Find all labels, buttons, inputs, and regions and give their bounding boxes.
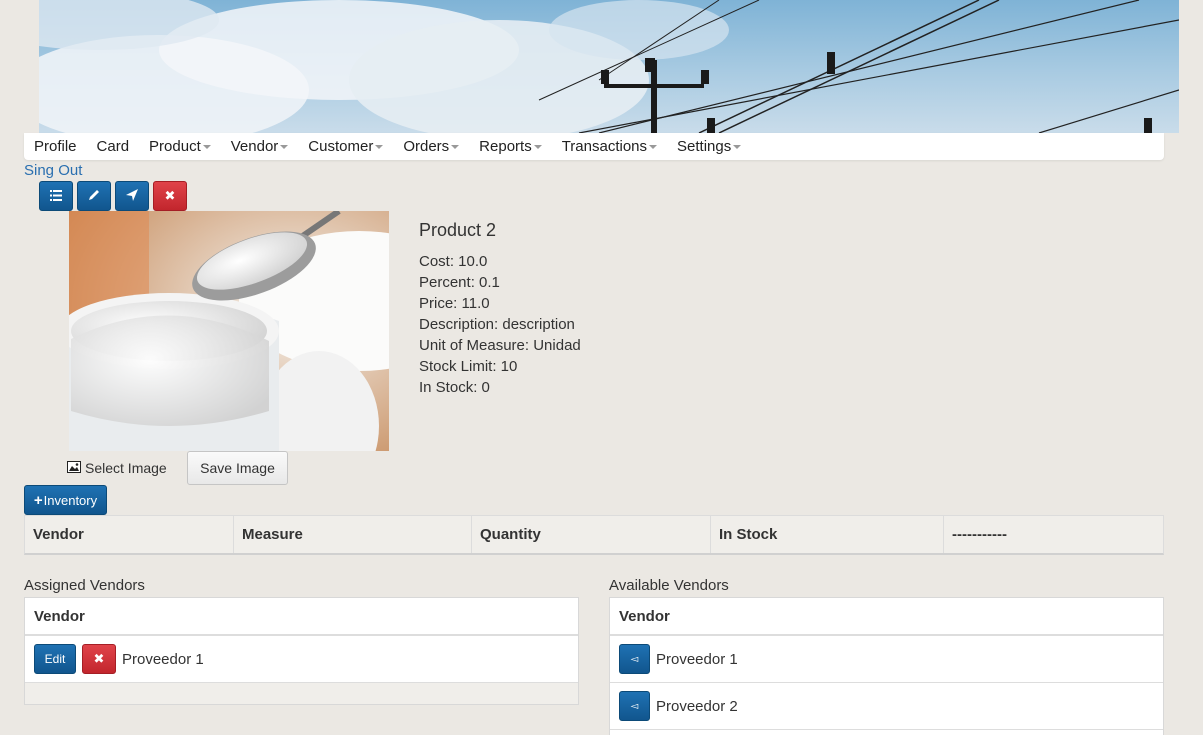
banner-sky-image [39,0,1179,133]
vendor-name: Proveedor 2 [656,697,738,715]
caret-down-icon [451,145,460,150]
nav-item-card[interactable]: Card [87,138,140,155]
product-price: Price: 11.0 [419,295,490,312]
product-stock-limit: Stock Limit: 10 [419,358,518,375]
delete-product-button[interactable]: ✖ [153,181,187,211]
nav-item-profile[interactable]: Profile [24,138,87,155]
nav-item-label: Transactions [561,138,648,155]
nav-item-vendor[interactable]: Vendor [221,138,299,155]
nav-item-label: Product [149,138,201,155]
table-row: Edit ✖ Proveedor 1 [25,636,578,683]
inventory-header-measure: Measure [234,516,472,553]
send-icon [126,188,138,204]
nav-item-reports[interactable]: Reports [469,138,552,155]
nav-item-label: Settings [677,138,732,155]
save-image-button[interactable]: Save Image [187,451,288,485]
arrow-left-icon: ◅ [630,653,639,665]
caret-down-icon [202,145,211,150]
nav-item-label: Orders [403,138,450,155]
inventory-table: Vendor Measure Quantity In Stock -------… [24,515,1164,555]
product-cost: Cost: 10.0 [419,253,488,270]
edit-vendor-button[interactable]: Edit [34,644,76,674]
nav-item-label: Customer [308,138,374,155]
nav-item-transactions[interactable]: Transactions [552,138,667,155]
available-vendors-header: Vendor [610,598,1163,636]
list-button[interactable] [39,181,73,211]
pencil-icon [88,189,100,204]
sign-out-link[interactable]: Sing Out [24,162,82,179]
product-title: Product 2 [419,220,497,240]
close-icon: ✖ [164,188,176,203]
add-inventory-button[interactable]: + Inventory [24,485,107,515]
caret-down-icon [533,145,542,150]
assigned-vendors-header: Vendor [25,598,578,636]
list-icon [50,189,62,204]
product-image [69,211,389,451]
main-navbar: Profile Card Product Vendor Customer Orders Re… [24,133,1164,160]
add-inventory-label: Inventory [43,492,98,508]
image-icon [67,460,81,476]
vendor-name: Proveedor 1 [122,650,204,668]
remove-vendor-button[interactable]: ✖ [82,644,116,674]
product-in-stock: In Stock: 0 [419,379,490,396]
vendor-name: Proveedor 1 [656,650,738,668]
caret-down-icon [280,145,289,150]
nav-item-settings[interactable]: Settings [667,138,751,155]
edit-product-button[interactable] [77,181,111,211]
available-vendors-table: Vendor ◅ Proveedor 1 ◅ Proveedor 2 [609,597,1164,735]
assign-vendor-button[interactable]: ◅ [619,644,650,674]
nav-item-label: Card [96,138,130,155]
arrow-left-icon: ◅ [630,700,639,712]
product-description: Description: description [419,316,575,333]
inventory-header-actions: ----------- [952,526,1007,543]
nav-item-label: Vendor [230,138,279,155]
select-image-button[interactable]: Select Image [67,460,167,476]
product-percent: Percent: 0.1 [419,274,500,291]
caret-down-icon [649,145,658,150]
assigned-vendors-table: Vendor Edit ✖ Proveedor 1 [24,597,579,705]
header-banner [39,0,1179,133]
inventory-header-vendor: Vendor [25,516,234,553]
nav-item-orders[interactable]: Orders [393,138,469,155]
nav-item-customer[interactable]: Customer [298,138,393,155]
table-row: ◅ Proveedor 2 [610,683,1163,730]
select-image-label: Select Image [85,460,167,476]
table-footer [25,683,578,704]
plus-icon: + [33,491,43,509]
close-icon: ✖ [93,651,105,666]
nav-item-label: Reports [479,138,532,155]
assign-vendor-button[interactable]: ◅ [619,691,650,721]
table-row: ◅ Proveedor 1 [610,636,1163,683]
inventory-header-quantity: Quantity [472,516,711,553]
product-details: Product 2 Cost: 10.0 Percent: 0.1 Price:… [419,220,581,398]
assigned-vendors-title: Assigned Vendors [24,577,145,594]
product-unit: Unit of Measure: Unidad [419,337,581,354]
nav-item-product[interactable]: Product [139,138,221,155]
inventory-header-in-stock: In Stock [711,516,944,553]
caret-down-icon [733,145,742,150]
send-button[interactable] [115,181,149,211]
available-vendors-title: Available Vendors [609,577,729,594]
caret-down-icon [375,145,384,150]
nav-item-label: Profile [34,138,77,155]
product-toolbar: ✖ [39,181,187,211]
